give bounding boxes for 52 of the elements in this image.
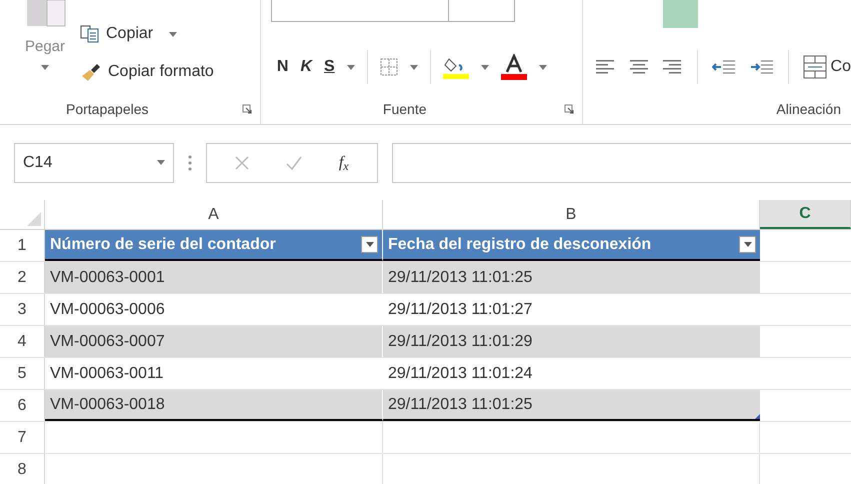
group-label: Portapapeles <box>66 100 149 119</box>
format-painter-button[interactable]: Copiar formato <box>108 60 214 84</box>
column-header[interactable]: A <box>45 200 383 229</box>
row-number[interactable]: 7 <box>0 422 45 453</box>
italic-button[interactable]: K <box>300 55 312 79</box>
caret-icon <box>744 242 752 247</box>
align-right-icon[interactable] <box>662 60 683 74</box>
align-left-icon[interactable] <box>594 60 615 74</box>
table-cell: 29/11/2013 11:01:29 <box>383 326 760 357</box>
font-color-icon[interactable] <box>500 54 527 80</box>
merge-cells-icon <box>802 55 827 79</box>
table-cell: VM-00063-0018 <box>45 390 383 421</box>
caret-icon <box>366 242 374 247</box>
table-cell: 29/11/2013 11:01:25 <box>383 262 760 293</box>
insert-function-button[interactable]: f$_{x}$ <box>338 150 349 174</box>
copy-caret-icon <box>169 32 178 36</box>
caret-icon <box>346 64 355 70</box>
font-size-field[interactable] <box>448 0 515 22</box>
increase-indent-icon[interactable] <box>750 59 774 75</box>
paste-caret-icon <box>41 64 49 70</box>
resize-handle-icon[interactable] <box>755 414 760 419</box>
table-header-cell: Fecha del registro de desconexión <box>383 230 760 261</box>
table-cell: VM-00063-0007 <box>45 326 383 357</box>
name-box[interactable]: C14 <box>14 142 174 182</box>
bold-button[interactable]: N <box>276 55 288 79</box>
decrease-indent-icon[interactable] <box>712 59 736 75</box>
table-cell: 29/11/2013 11:01:25 <box>383 390 760 421</box>
dialog-launcher-icon[interactable] <box>242 104 252 114</box>
caret-icon <box>480 64 489 70</box>
copy-button[interactable]: Copiar <box>106 22 154 46</box>
check-icon[interactable] <box>286 156 302 170</box>
copy-icon <box>80 25 100 43</box>
table-cell: VM-00063-0001 <box>45 262 383 293</box>
row-number[interactable]: 8 <box>0 454 45 484</box>
paste-label[interactable]: Pegar <box>24 36 66 58</box>
font-name-field[interactable] <box>270 0 449 22</box>
filter-dropdown-button[interactable] <box>361 236 378 253</box>
caret-icon <box>157 160 165 165</box>
underline-button[interactable]: S <box>324 55 335 79</box>
dialog-launcher-icon[interactable] <box>564 104 574 114</box>
formula-input-field[interactable] <box>392 142 851 182</box>
column-header[interactable]: C <box>760 200 851 229</box>
filter-dropdown-button[interactable] <box>739 236 756 253</box>
borders-icon[interactable] <box>380 58 398 76</box>
more-dots-icon <box>188 154 192 170</box>
merge-button[interactable]: Co <box>830 55 851 79</box>
group-label: Alineación <box>776 100 841 118</box>
table-header-cell: Número de serie del contador <box>45 230 383 261</box>
caret-icon <box>538 64 547 70</box>
group-label: Fuente <box>382 100 426 118</box>
align-center-icon[interactable] <box>628 60 649 74</box>
caret-icon <box>410 64 418 70</box>
